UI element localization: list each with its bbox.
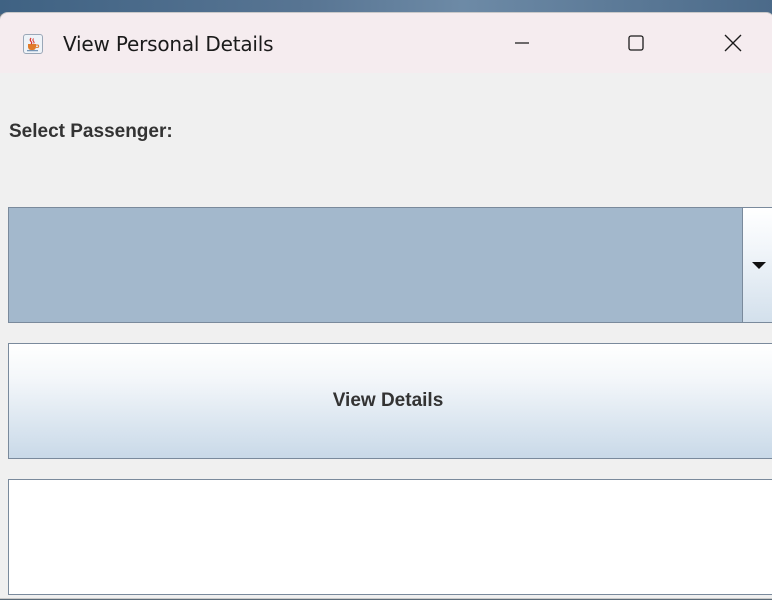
minimize-button[interactable] bbox=[492, 13, 552, 73]
java-cup-icon bbox=[23, 34, 43, 54]
chevron-down-icon bbox=[752, 262, 766, 269]
app-window: View Personal Details Select Passenger: bbox=[0, 13, 772, 598]
passenger-select-arrow-button[interactable] bbox=[742, 208, 772, 322]
details-output-area[interactable] bbox=[8, 479, 772, 595]
desktop-background bbox=[0, 0, 772, 14]
minimize-icon bbox=[515, 42, 529, 44]
maximize-icon bbox=[628, 35, 644, 51]
passenger-select-value[interactable] bbox=[9, 208, 742, 322]
maximize-button[interactable] bbox=[606, 13, 666, 73]
window-title: View Personal Details bbox=[63, 32, 274, 56]
passenger-select[interactable] bbox=[8, 207, 772, 323]
view-details-button-label: View Details bbox=[332, 390, 444, 411]
close-button[interactable] bbox=[703, 13, 763, 73]
close-icon bbox=[724, 34, 742, 52]
view-details-button[interactable]: View Details bbox=[8, 343, 772, 459]
select-passenger-label: Select Passenger: bbox=[9, 121, 173, 142]
title-bar[interactable]: View Personal Details bbox=[0, 13, 772, 73]
